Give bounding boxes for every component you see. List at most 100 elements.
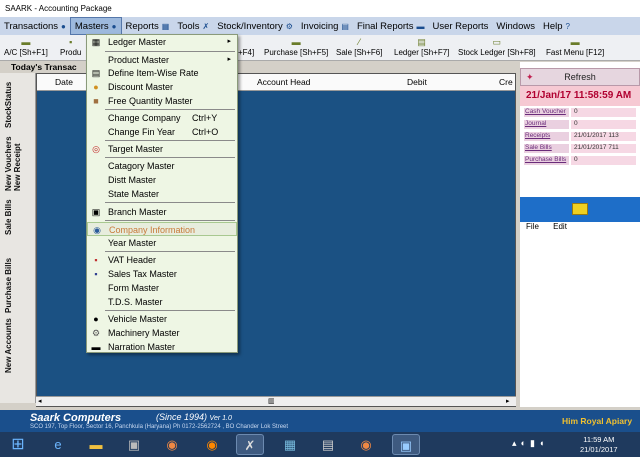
menu-stock-inventory[interactable]: Stock/Inventory ⚙ [213, 17, 297, 35]
column-credit[interactable]: Cre [499, 77, 513, 87]
scroll-thumb-icon[interactable]: ▥ [268, 397, 275, 405]
menu-item-year-master[interactable]: Year Master [87, 236, 237, 250]
toolbar-account-button[interactable]: ▬ A/C [Sh+F1] [4, 37, 48, 57]
toolbar-ledger-button[interactable]: ▤ Ledger [Sh+F7] [394, 37, 449, 57]
toolbar-stock-ledger-button[interactable]: ▭ Stock Ledger [Sh+F8] [458, 37, 536, 57]
toolbar-product-button[interactable]: ▪ Produ [60, 37, 81, 57]
report-link[interactable]: Sale Bills [524, 144, 569, 153]
ie-icon[interactable]: e [44, 434, 72, 455]
menu-invoicing[interactable]: Invoicing ▤ [297, 17, 353, 35]
report-link[interactable]: Journal [524, 120, 569, 129]
wrench-icon: ✗ [202, 21, 210, 31]
tab-new-accounts[interactable]: New Accounts [4, 318, 13, 373]
menu-item-target-master[interactable]: ◎ Target Master [87, 142, 237, 156]
menu-item-sales-tax-master[interactable]: ▪ Sales Tax Master [87, 267, 237, 281]
system-tray-icons[interactable]: ▴◐▮◖ [512, 438, 548, 449]
tab-new-vouchers[interactable]: New Vouchers [4, 136, 13, 191]
menu-item-define-item-wise-rate[interactable]: ▤ Define Item-Wise Rate [87, 66, 237, 80]
taskbar-clock[interactable]: 11:59 AM 21/01/2017 [580, 435, 618, 455]
toolbar-sale-button[interactable]: ⁄ Sale [Sh+F6] [336, 37, 382, 57]
menu-reports[interactable]: Reports ▦ [122, 17, 174, 35]
report-link[interactable]: Cash Voucher [524, 108, 569, 117]
notes-file-menu[interactable]: File [526, 222, 539, 231]
column-account-head[interactable]: Account Head [257, 77, 310, 87]
window-icon[interactable]: ▣ [392, 434, 420, 455]
help-icon: ? [565, 21, 570, 31]
menu-item-vehicle-master[interactable]: ● Vehicle Master [87, 312, 237, 326]
report-link[interactable]: Receipts [524, 132, 569, 141]
start-button-icon[interactable]: ⊞ [4, 434, 32, 455]
firefox-icon[interactable]: ◉ [198, 434, 226, 455]
menu-item-vat-header[interactable]: ▪ VAT Header [87, 253, 237, 267]
menu-help[interactable]: Help? [539, 17, 574, 35]
menu-item-product-master[interactable]: Product Master ▸ [87, 53, 237, 67]
menu-item-ledger-master[interactable]: ▦ Ledger Master ▸ [87, 35, 237, 49]
menu-item-change-company[interactable]: Change Company Ctrl+Y [87, 111, 237, 125]
menu-transactions[interactable]: Transactions ● [0, 17, 70, 35]
app-window: SAARK - Accounting Package Transactions ●… [0, 0, 640, 457]
menu-label: Help [542, 20, 563, 32]
ledger-icon: ▤ [417, 37, 426, 47]
media-icon[interactable]: ▣ [120, 434, 148, 455]
submenu-arrow-icon: ▸ [227, 56, 231, 63]
tab-stock-status[interactable]: StockStatus [4, 82, 13, 128]
menu-label: Reports [125, 20, 159, 32]
menu-label: Invoicing [300, 20, 339, 32]
menu-item-tds-master[interactable]: T.D.S. Master [87, 295, 237, 309]
menu-item-catagory-master[interactable]: Catagory Master [87, 159, 237, 173]
menu-item-state-master[interactable]: State Master [87, 187, 237, 201]
refresh-button[interactable]: ✦ Refresh [520, 68, 640, 86]
report-row[interactable]: Cash Voucher 0 [524, 108, 636, 117]
menu-item-discount-master[interactable]: ● Discount Master [87, 80, 237, 94]
report-row[interactable]: Purchase Bills 0 [524, 156, 636, 165]
explorer-icon[interactable]: ▦ [276, 434, 304, 455]
folder-icon[interactable]: ▬ [82, 434, 110, 455]
fast-menu-icon: ▬ [570, 37, 580, 47]
menu-item-form-master[interactable]: Form Master [87, 281, 237, 295]
globe-icon: ● [61, 21, 66, 31]
toolbar-purchase-button[interactable]: ▬ Purchase [Sh+F5] [264, 37, 328, 57]
menu-windows[interactable]: Windows [492, 17, 539, 35]
notepad-icon[interactable] [572, 203, 588, 215]
menu-tools[interactable]: Tools ✗ [173, 17, 213, 35]
menu-user-reports[interactable]: User Reports [428, 17, 492, 35]
menu-item-machinery-master[interactable]: ⚙ Machinery Master [87, 326, 237, 340]
report-row[interactable]: Receipts 21/01/2017 113 [524, 132, 636, 141]
notes-edit-menu[interactable]: Edit [553, 222, 567, 231]
stock-ledger-icon: ▭ [492, 37, 502, 47]
report-row[interactable]: Sale Bills 21/01/2017 711 [524, 144, 636, 153]
menu-item-company-information[interactable]: ◉ Company Information [87, 222, 237, 236]
menu-item-narration-master[interactable]: ▬ Narration Master [87, 340, 237, 354]
menu-final-reports[interactable]: Final Reports ▬ [353, 17, 429, 35]
toolbar-label: +F4] [238, 48, 255, 57]
scroll-left-icon[interactable]: ◂ [38, 397, 42, 405]
menu-masters[interactable]: Masters ● [69, 17, 122, 35]
column-debit[interactable]: Debit [407, 77, 427, 87]
tab-sale-bills[interactable]: Sale Bills [4, 199, 13, 235]
menu-separator [105, 51, 235, 52]
menu-item-label: Product Master [108, 55, 170, 65]
calculator-icon[interactable]: ▤ [314, 434, 342, 455]
app-taskbar-icon[interactable]: ✗ [236, 434, 264, 455]
menu-separator [105, 251, 235, 252]
tab-new-receipt[interactable]: New Receipt [13, 143, 22, 191]
menu-separator [105, 310, 235, 311]
horizontal-scrollbar[interactable]: ◂ ▥ ▸ [36, 396, 516, 406]
tax-icon: ▪ [94, 269, 98, 279]
scroll-right-icon[interactable]: ▸ [506, 397, 510, 405]
toolbar-fast-menu-button[interactable]: ▬ Fast Menu [F12] [546, 37, 604, 57]
toolbar-f4-button[interactable]: +F4] [238, 37, 254, 57]
tab-purchase-bills[interactable]: Purchase Bills [4, 258, 13, 313]
menu-item-free-quantity-master[interactable]: ■ Free Quantity Master [87, 94, 237, 108]
menu-item-distt-master[interactable]: Distt Master [87, 173, 237, 187]
chrome-icon[interactable]: ◉ [158, 434, 186, 455]
menu-item-change-fin-year[interactable]: Change Fin Year Ctrl+O [87, 125, 237, 139]
menu-item-branch-master[interactable]: ▣ Branch Master [87, 205, 237, 219]
voucher-icon [238, 37, 254, 48]
toolbar-label: A/C [Sh+F1] [4, 48, 48, 57]
column-date[interactable]: Date [55, 77, 73, 87]
gear-icon: ⚙ [91, 328, 101, 338]
report-link[interactable]: Purchase Bills [524, 156, 569, 165]
report-row[interactable]: Journal 0 [524, 120, 636, 129]
chrome-icon-2[interactable]: ◉ [352, 434, 380, 455]
